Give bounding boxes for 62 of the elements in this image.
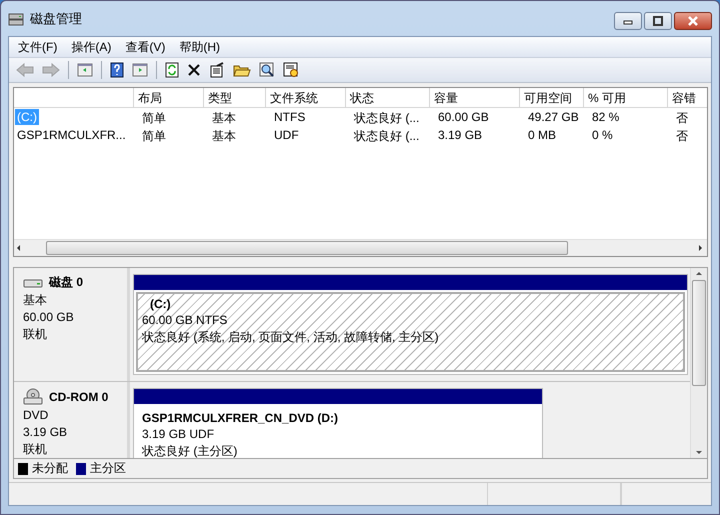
disk-drive-icon [23,276,43,288]
table-cell-text: 基本 [211,110,237,126]
partition-block[interactable]: GSP1RMCULXFRER_CN_DVD (D:) 3.19 GB UDF 状态良好 (主分区) [133,388,543,458]
table-cell-text: NTFS [273,109,306,125]
disk-info-panel[interactable]: 磁盘 0 基本 60.00 GB 联机 [14,268,130,381]
folder-icon [233,63,251,77]
help-icon [110,62,124,78]
table-cell-text: 0 MB [527,127,558,143]
cd-drive-icon [23,388,43,406]
magnifier-icon [259,62,275,78]
table-cell-text: 简单 [141,110,167,126]
legend-label: 主分区 [90,460,126,477]
maximize-button[interactable] [644,12,672,30]
disk-name: 磁盘 0 [49,274,84,291]
table-cell-text: 否 [675,128,689,144]
disk-type: 基本 [23,292,48,308]
panel-icon [77,63,93,77]
horizontal-scrollbar[interactable] [14,239,707,256]
legend-label: 未分配 [32,460,68,477]
partition-name: GSP1RMCULXFRER_CN_DVD (D:) [142,411,340,425]
menu-item[interactable]: 文件(F) [11,38,64,56]
menu-item[interactable]: 查看(V) [118,38,172,56]
partition-status: 状态良好 (主分区) [142,443,238,458]
table-cell-text: 状态良好 (... [353,110,420,126]
table-cell-text: 60.00 GB [437,109,490,125]
table-cell[interactable]: GSP1RMCULXFR... [15,127,128,143]
properties-icon [209,62,225,78]
table-cell-text: 82 % [591,109,620,125]
close-icon [687,16,699,26]
minimize-button[interactable] [614,12,642,30]
table-cell-text: 状态良好 (... [353,128,420,144]
window-title: 磁盘管理 [30,10,82,28]
delete-icon [187,63,201,77]
menu-item[interactable]: 帮助(H) [172,38,227,56]
disk-type: DVD [23,407,50,423]
table-cell-text: 49.27 GB [527,109,580,125]
menu-item[interactable]: 操作(A) [64,38,118,56]
close-button[interactable] [674,12,712,30]
disk-status: 联机 [23,441,48,457]
partition-size: 60.00 GB NTFS [142,313,228,327]
panel-icon [132,63,148,77]
table-cell-text: UDF [273,127,300,143]
table-cell-text: 3.19 GB [437,127,484,143]
maximize-icon [652,16,664,26]
settings-icon [283,62,299,78]
disk-status: 联机 [23,326,48,342]
forward-arrow-icon [42,63,60,77]
disk-size: 60.00 GB [23,309,75,325]
partition-size: 3.19 GB UDF [142,427,216,441]
back-arrow-icon [16,63,34,77]
partition-status: 状态良好 (系统, 启动, 页面文件, 活动, 故障转储, 主分区) [142,329,440,346]
vertical-scrollbar[interactable] [690,268,707,458]
table-cell-text: 基本 [211,128,237,144]
disk-size: 3.19 GB [23,424,68,440]
partition-name: (C:) [149,297,172,311]
refresh-icon [165,62,179,78]
table-cell-text: 否 [675,110,689,126]
disk-drive-icon [8,10,24,26]
partition-block[interactable]: (C:) 60.00 GB NTFS 状态良好 (系统, 启动, 页面文件, 活动, 故障转储, 主分区) [133,274,688,375]
disk-name: CD-ROM 0 [49,390,108,404]
table-cell-text: 简单 [141,128,167,144]
table-cell-text: 0 % [591,127,614,143]
